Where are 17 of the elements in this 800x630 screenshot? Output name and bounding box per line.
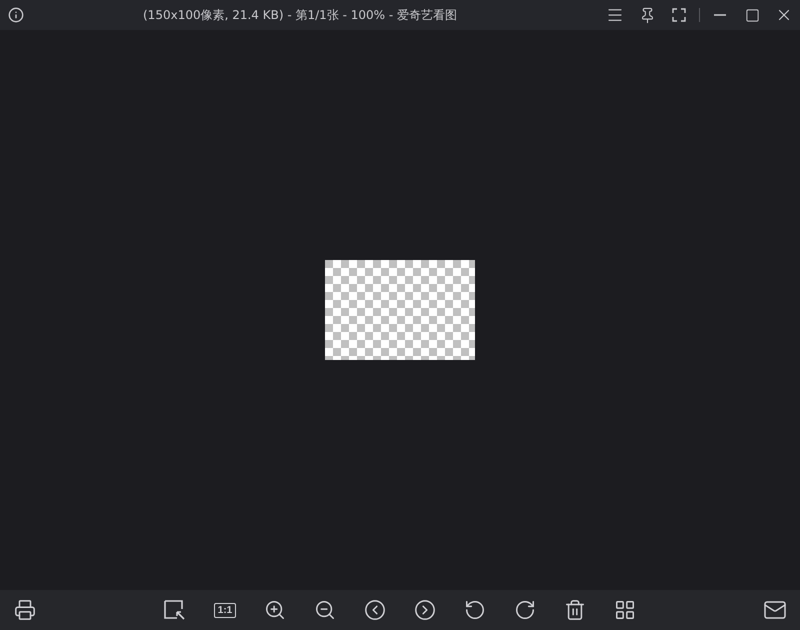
rotate-left-icon [464,599,486,621]
zoom-out-icon [314,599,336,621]
select-area-icon [163,599,187,621]
minimize-icon [714,14,726,16]
maximize-icon [744,8,760,22]
menu-icon [606,6,624,24]
chevron-left-icon [364,599,386,621]
rotate-right-icon [514,599,536,621]
window-title: (150x100像素, 21.4 KB) - 第1/1张 - 100% - 爱奇艺看图 [143,7,458,23]
chevron-right-icon [414,599,436,621]
trash-icon [564,599,586,621]
printer-icon [14,599,36,621]
zoom-in-icon [264,599,286,621]
fullscreen-icon [672,8,686,22]
grid-icon [614,599,636,621]
actual-size-button[interactable]: 1:1 [200,590,250,630]
info-icon [8,7,24,23]
